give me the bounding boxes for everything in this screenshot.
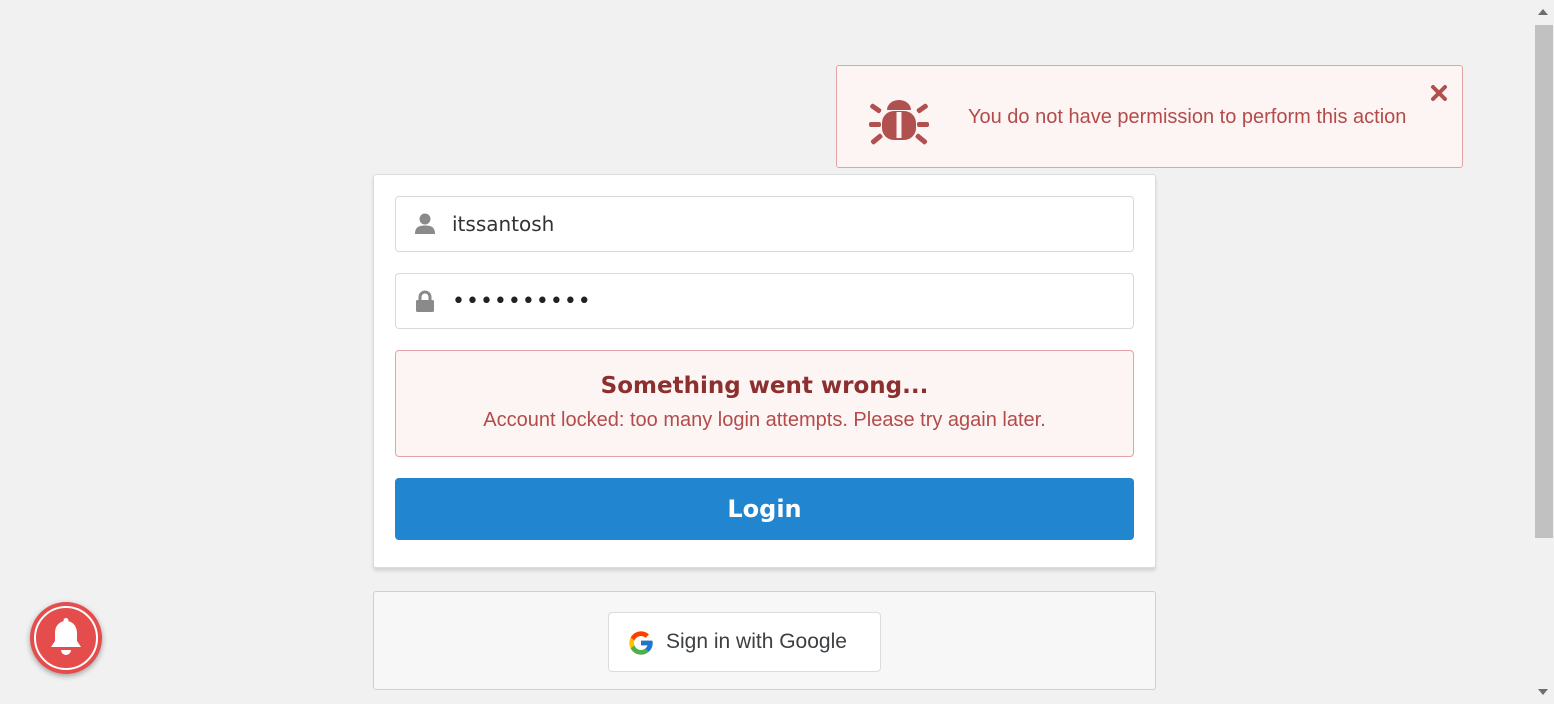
vertical-scrollbar[interactable] xyxy=(1530,0,1554,704)
login-page: You do not have permission to perform th… xyxy=(0,0,1554,704)
error-message-box: Something went wrong... Account locked: … xyxy=(395,350,1134,457)
login-button[interactable]: Login xyxy=(395,478,1134,540)
notification-bell-button[interactable] xyxy=(30,602,102,674)
scroll-up-arrow-icon[interactable] xyxy=(1538,9,1548,15)
password-input[interactable] xyxy=(452,274,1112,328)
bell-icon xyxy=(51,618,81,655)
username-input[interactable] xyxy=(452,197,1112,251)
google-signin-panel: Sign in with Google xyxy=(373,591,1156,690)
lock-icon xyxy=(416,290,434,312)
bug-icon xyxy=(869,100,929,145)
password-field[interactable] xyxy=(395,273,1134,329)
google-signin-button[interactable]: Sign in with Google xyxy=(608,612,881,672)
scroll-down-arrow-icon[interactable] xyxy=(1538,689,1548,695)
username-field[interactable] xyxy=(395,196,1134,252)
google-signin-label: Sign in with Google xyxy=(666,630,847,653)
login-card: Something went wrong... Account locked: … xyxy=(373,174,1156,568)
error-title: Something went wrong... xyxy=(600,373,929,399)
user-icon xyxy=(415,213,435,234)
google-logo-icon xyxy=(629,631,653,655)
permission-toast: You do not have permission to perform th… xyxy=(836,65,1463,168)
close-icon[interactable] xyxy=(1430,84,1448,102)
toast-message: You do not have permission to perform th… xyxy=(968,106,1407,128)
scrollbar-thumb[interactable] xyxy=(1535,25,1553,538)
error-text: Account locked: too many login attempts.… xyxy=(483,409,1046,431)
